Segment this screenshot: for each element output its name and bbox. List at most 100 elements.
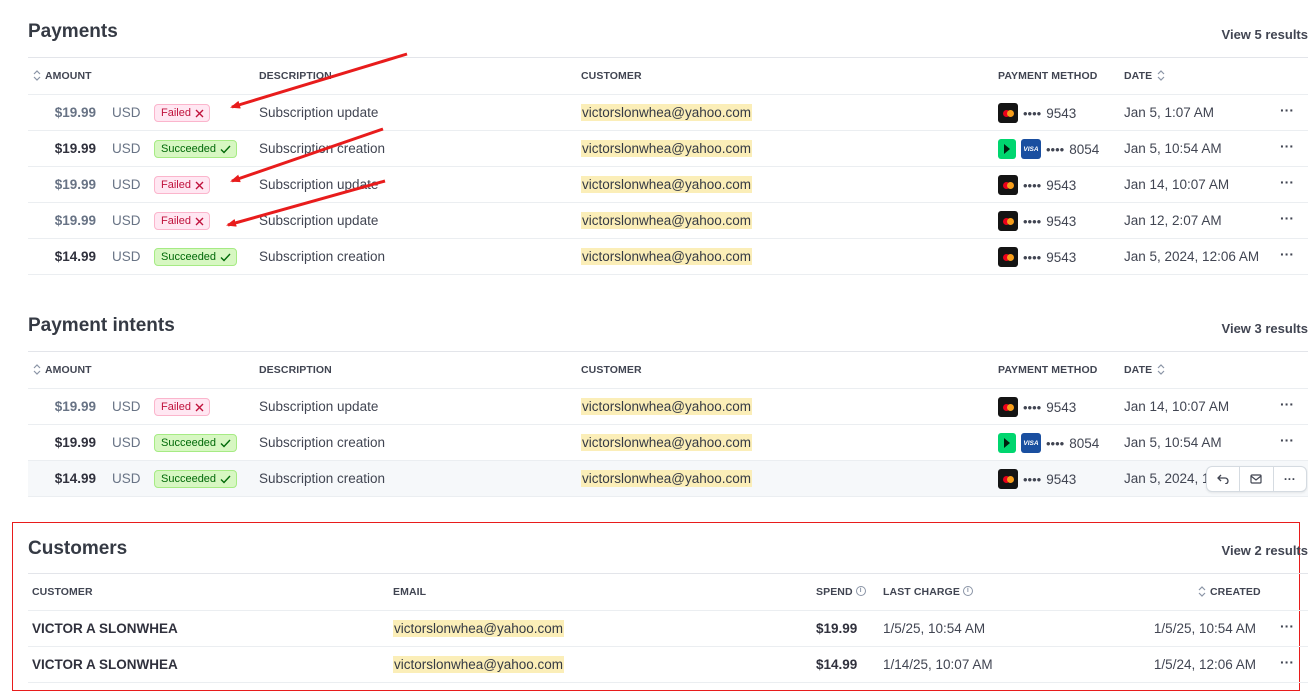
refund-icon: [1217, 474, 1229, 484]
date: Jan 5, 2024, 1: [1124, 471, 1210, 486]
customer-email[interactable]: victorslonwhea@yahoo.com: [581, 131, 753, 167]
sort-icon: [1157, 69, 1165, 81]
more-icon[interactable]: ···: [1280, 167, 1294, 203]
amount: $19.99: [54, 141, 96, 156]
customer-email[interactable]: victorslonwhea@yahoo.com: [581, 239, 753, 275]
currency: USD: [112, 141, 141, 156]
info-icon[interactable]: i: [962, 586, 973, 597]
table-row[interactable]: VICTOR A SLONWHEA victorslonwhea@yahoo.c…: [28, 647, 1308, 683]
amount-column-header[interactable]: AMOUNT: [33, 351, 92, 389]
more-icon: ···: [1283, 472, 1296, 486]
table-row[interactable]: $19.99 USD Succeeded Subscription creati…: [28, 131, 1308, 167]
customer-name: VICTOR A SLONWHEA: [32, 621, 178, 636]
intents-view-results-link[interactable]: View 3 results: [1222, 321, 1308, 336]
more-icon[interactable]: ···: [1280, 647, 1294, 683]
date-column-header[interactable]: DATE: [1124, 57, 1169, 95]
payment-method-column-header: PAYMENT METHOD: [998, 364, 1098, 376]
mastercard-icon: [998, 103, 1018, 123]
table-row[interactable]: $19.99 USD Failed Subscription update vi…: [28, 167, 1308, 203]
date: Jan 5, 1:07 AM: [1124, 105, 1215, 120]
customer-email[interactable]: victorslonwhea@yahoo.com: [581, 425, 753, 461]
mastercard-icon: [998, 397, 1018, 417]
sort-icon: [1198, 585, 1206, 597]
more-icon[interactable]: ···: [1280, 95, 1294, 131]
description: Subscription update: [259, 213, 379, 228]
refund-button[interactable]: [1207, 467, 1241, 491]
status-badge: Failed: [154, 398, 210, 416]
customers-view-results-link[interactable]: View 2 results: [1222, 543, 1308, 558]
created-column-header[interactable]: CREATED: [1198, 573, 1261, 611]
table-row[interactable]: VICTOR A SLONWHEA victorslonwhea@yahoo.c…: [28, 611, 1308, 647]
more-icon[interactable]: ···: [1280, 203, 1294, 239]
payment-method: •••• 9543: [998, 239, 1076, 275]
description: Subscription creation: [259, 141, 386, 156]
customer-column-header: CUSTOMER: [581, 70, 642, 82]
table-row[interactable]: $14.99 USD Succeeded Subscription creati…: [28, 461, 1308, 497]
date: Jan 5, 2024, 12:06 AM: [1124, 249, 1260, 264]
date-column-header[interactable]: DATE: [1124, 351, 1169, 389]
sort-icon: [33, 69, 41, 81]
amount: $19.99: [54, 399, 96, 414]
more-icon[interactable]: ···: [1280, 611, 1294, 647]
customer-email[interactable]: victorslonwhea@yahoo.com: [581, 95, 753, 131]
table-row[interactable]: $19.99 USD Failed Subscription update vi…: [28, 95, 1308, 131]
customer-email[interactable]: victorslonwhea@yahoo.com: [581, 389, 753, 425]
payment-method-column-header: PAYMENT METHOD: [998, 70, 1098, 82]
description-column-header: DESCRIPTION: [259, 364, 332, 376]
created: 1/5/25, 10:54 AM: [1153, 621, 1256, 636]
currency: USD: [112, 177, 141, 192]
description: Subscription update: [259, 177, 379, 192]
customer-email[interactable]: victorslonwhea@yahoo.com: [581, 461, 753, 497]
payment-method: •••• 9543: [998, 389, 1076, 425]
table-row[interactable]: $14.99 USD Succeeded Subscription creati…: [28, 239, 1308, 275]
description: Subscription update: [259, 399, 379, 414]
last-charge-column-header: LAST CHARGE i: [883, 573, 973, 611]
email-icon: [1250, 474, 1263, 484]
customer-email[interactable]: victorslonwhea@yahoo.com: [581, 203, 753, 239]
description-column-header: DESCRIPTION: [259, 70, 332, 82]
mastercard-icon: [998, 211, 1018, 231]
send-receipt-button[interactable]: [1240, 467, 1274, 491]
table-row[interactable]: $19.99 USD Failed Subscription update vi…: [28, 203, 1308, 239]
payment-method: •••• 9543: [998, 167, 1076, 203]
amount: $14.99: [54, 471, 96, 486]
table-row[interactable]: $19.99 USD Succeeded Subscription creati…: [28, 425, 1308, 461]
info-icon[interactable]: i: [855, 586, 866, 597]
currency: USD: [112, 435, 141, 450]
mastercard-icon: [998, 175, 1018, 195]
more-icon[interactable]: ···: [1280, 389, 1294, 425]
sort-icon: [1157, 363, 1165, 375]
amount-column-header[interactable]: AMOUNT: [33, 57, 92, 95]
date: Jan 14, 10:07 AM: [1124, 177, 1230, 192]
more-icon[interactable]: ···: [1280, 131, 1294, 167]
sort-icon: [33, 363, 41, 375]
x-icon: [195, 109, 204, 117]
more-icon[interactable]: ···: [1280, 425, 1294, 461]
payment-method: •••• 9543: [998, 461, 1076, 497]
amount: $19.99: [54, 105, 96, 120]
more-icon[interactable]: ···: [1280, 239, 1294, 275]
x-icon: [195, 403, 204, 411]
created: 1/5/24, 12:06 AM: [1153, 657, 1256, 672]
visa-icon: VISA: [1021, 433, 1041, 453]
status-badge: Succeeded: [154, 434, 238, 452]
status-badge: Succeeded: [154, 470, 238, 488]
status-badge: Succeeded: [154, 140, 238, 158]
more-button[interactable]: ···: [1274, 467, 1306, 491]
customer-email[interactable]: victorslonwhea@yahoo.com: [393, 611, 565, 647]
last-charge: 1/14/25, 10:07 AM: [883, 657, 993, 672]
spend-column-header: SPEND i: [816, 573, 866, 611]
payments-view-results-link[interactable]: View 5 results: [1222, 27, 1308, 42]
table-row[interactable]: $19.99 USD Failed Subscription update vi…: [28, 389, 1308, 425]
intents-table-header: AMOUNT DESCRIPTION CUSTOMER PAYMENT METH…: [28, 351, 1308, 389]
link-chevron-icon: [998, 139, 1016, 159]
x-icon: [195, 181, 204, 189]
link-chevron-icon: [998, 433, 1016, 453]
customers-title: Customers: [28, 538, 128, 559]
x-icon: [195, 217, 204, 225]
customer-email[interactable]: victorslonwhea@yahoo.com: [581, 167, 753, 203]
amount: $19.99: [54, 435, 96, 450]
date: Jan 5, 10:54 AM: [1124, 435, 1222, 450]
customer-email[interactable]: victorslonwhea@yahoo.com: [393, 647, 565, 683]
payment-method: VISA •••• 8054: [998, 425, 1099, 461]
